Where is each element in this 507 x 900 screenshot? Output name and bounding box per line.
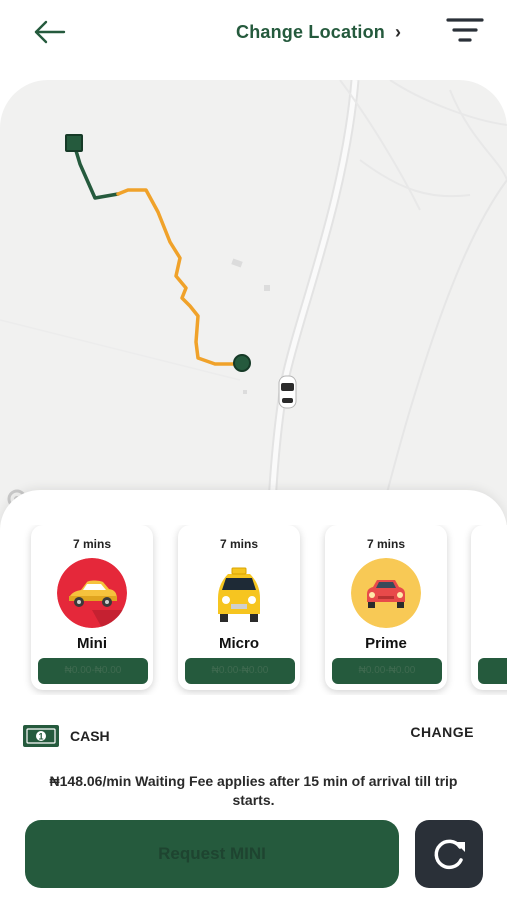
chevron-right-icon: › [395, 21, 402, 42]
destination-marker [233, 354, 251, 372]
taxi-icon [204, 558, 274, 628]
vehicle-name: Prime [365, 635, 407, 652]
change-location-label: Change Location [236, 21, 386, 42]
arrow-left-icon [34, 20, 66, 44]
map-canvas [0, 80, 507, 550]
change-payment-button[interactable]: CHANGE [410, 724, 474, 740]
route-map[interactable] [0, 80, 507, 550]
vehicle-price: ₦0.00-₦0.00 [185, 658, 295, 684]
vehicle-card-prime[interactable]: 7 mins Prime ₦0.00-₦0.00 [325, 525, 447, 690]
vehicle-name: Micro [218, 635, 259, 652]
vehicle-name: Mini [77, 635, 107, 652]
filter-button[interactable] [444, 14, 486, 48]
vehicle-price-partial [478, 658, 507, 684]
vehicle-card-next[interactable] [471, 525, 507, 690]
vehicle-eta: 7 mins [72, 537, 111, 551]
refresh-button[interactable] [415, 820, 483, 888]
vehicle-card-mini[interactable]: 7 mins Mini ₦0.00-₦0.00 [31, 525, 153, 690]
waiting-fee-note: ₦148.06/min Waiting Fee applies after 15… [49, 773, 458, 808]
car-marker-icon [278, 375, 297, 409]
vehicle-price: ₦0.00-₦0.00 [332, 658, 442, 684]
vehicle-price: ₦0.00-₦0.00 [38, 658, 148, 684]
request-ride-button[interactable]: Request MINI [25, 820, 399, 888]
back-button[interactable] [28, 16, 70, 48]
top-bar: Change Location › [0, 0, 507, 64]
refresh-icon [434, 839, 465, 870]
svg-text:1: 1 [38, 732, 43, 742]
payment-method-label: CASH [70, 728, 110, 744]
filter-icon [446, 18, 484, 42]
cash-note-icon: 1 [22, 724, 60, 748]
change-location-button[interactable]: Change Location › [236, 18, 401, 46]
vehicle-eta: 7 mins [366, 537, 405, 551]
car-icon [57, 558, 127, 628]
vehicle-eta: 7 mins [219, 537, 258, 551]
vehicle-list[interactable]: 7 mins Mini ₦0.00-₦0.00 7 mins Micro ₦0.… [0, 525, 507, 695]
payment-row: 1 CASH CHANGE [22, 724, 482, 750]
pickup-marker [65, 134, 83, 152]
vehicle-card-micro[interactable]: 7 mins Micro ₦0.00-₦0.00 [178, 525, 300, 690]
sedan-icon [351, 558, 421, 628]
